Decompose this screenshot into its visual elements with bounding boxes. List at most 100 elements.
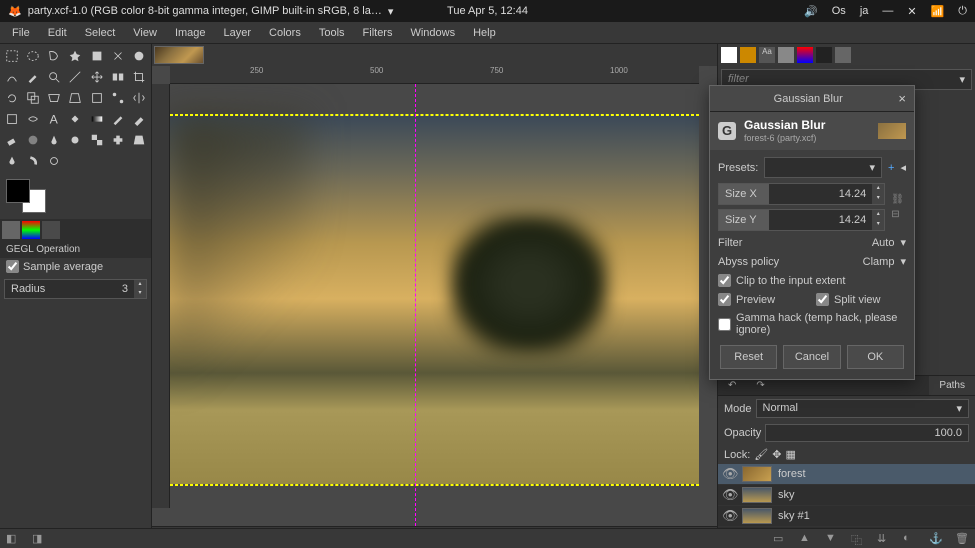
bi-mask-icon[interactable]: ◐	[903, 532, 917, 546]
tool-measure[interactable]	[65, 67, 85, 87]
preview-checkbox[interactable]	[718, 293, 731, 306]
menu-image[interactable]: Image	[167, 25, 214, 41]
bi-2[interactable]: ◨	[32, 532, 46, 546]
unit-icon[interactable]: ⊟	[891, 209, 904, 220]
rp-tab-2[interactable]	[740, 47, 756, 63]
gamma-hack-row[interactable]: Gamma hack (temp hack, please ignore)	[714, 309, 910, 339]
bi-lower-icon[interactable]: ▼	[825, 532, 839, 546]
tool-move[interactable]	[87, 67, 107, 87]
size-y-spinner[interactable]: ▴▾	[872, 210, 884, 230]
tool-warp[interactable]	[23, 109, 43, 129]
presets-select[interactable]: ▾	[764, 157, 882, 178]
ruler-vertical[interactable]	[152, 84, 170, 508]
rp-tab-6[interactable]	[816, 47, 832, 63]
layer-row[interactable]: 👁 sky #1	[718, 506, 975, 527]
menu-view[interactable]: View	[125, 25, 165, 41]
tool-shear[interactable]	[44, 88, 64, 108]
tool-gradient[interactable]	[87, 109, 107, 129]
tool-rotate[interactable]	[2, 88, 22, 108]
menu-windows[interactable]: Windows	[402, 25, 463, 41]
mode-select[interactable]: Normal▾	[756, 399, 969, 418]
bi-raise-icon[interactable]: ▲	[799, 532, 813, 546]
split-view-row[interactable]: Split view	[812, 290, 910, 309]
tool-crop[interactable]	[129, 67, 149, 87]
size-y-input[interactable]: Size Y 14.24 ▴▾	[718, 209, 885, 231]
radius-value[interactable]: 3	[116, 280, 134, 298]
lang-indicator[interactable]: ja	[860, 5, 869, 17]
filter-dropdown-icon[interactable]: ▾	[900, 236, 906, 249]
opacity-input[interactable]: 100.0	[765, 424, 969, 442]
minimize-icon[interactable]: —	[882, 5, 893, 17]
menu-help[interactable]: Help	[465, 25, 504, 41]
foreground-color[interactable]	[6, 179, 30, 203]
dock-tab-1[interactable]	[2, 221, 20, 239]
chain-link-icon[interactable]: ⛓	[891, 194, 904, 205]
close-icon[interactable]: ✕	[907, 5, 916, 18]
gamma-hack-checkbox[interactable]	[718, 318, 731, 331]
menu-select[interactable]: Select	[77, 25, 124, 41]
color-swatches[interactable]	[0, 173, 151, 219]
rp-tab-5[interactable]	[797, 47, 813, 63]
dialog-close-icon[interactable]: ×	[898, 91, 906, 106]
tool-paintbrush[interactable]	[129, 109, 149, 129]
tool-dodge[interactable]	[44, 151, 64, 171]
tool-align[interactable]	[108, 67, 128, 87]
image-tab[interactable]	[154, 46, 204, 64]
tool-foreground[interactable]	[129, 46, 149, 66]
size-y-value[interactable]: 14.24	[833, 210, 873, 230]
tool-flip[interactable]	[129, 88, 149, 108]
bi-merge-icon[interactable]: ⇊	[877, 532, 891, 546]
ruler-horizontal[interactable]: 250 500 750 1000	[170, 66, 699, 84]
tab-paths[interactable]: Paths	[929, 376, 975, 395]
tool-handle[interactable]	[108, 88, 128, 108]
clip-checkbox[interactable]	[718, 274, 731, 287]
cancel-button[interactable]: Cancel	[783, 345, 840, 369]
tool-zoom[interactable]	[44, 67, 64, 87]
tool-scissors[interactable]	[108, 46, 128, 66]
size-x-value[interactable]: 14.24	[833, 184, 873, 204]
tool-ink[interactable]	[44, 130, 64, 150]
tool-perspective[interactable]	[65, 88, 85, 108]
ok-button[interactable]: OK	[847, 345, 904, 369]
lock-alpha-icon[interactable]: ▦	[785, 448, 795, 461]
dock-tab-2[interactable]	[22, 221, 40, 239]
visibility-icon[interactable]: 👁	[722, 487, 736, 503]
bi-new-icon[interactable]: ▭	[773, 532, 787, 546]
tool-ellipse-select[interactable]	[23, 46, 43, 66]
user-label[interactable]: Os	[832, 5, 846, 17]
menu-file[interactable]: File	[4, 25, 38, 41]
abyss-dropdown-icon[interactable]: ▾	[900, 255, 906, 268]
layer-name[interactable]: forest	[778, 468, 806, 480]
tool-fuzzy-select[interactable]	[65, 46, 85, 66]
rp-tab-1[interactable]	[721, 47, 737, 63]
visibility-icon[interactable]: 👁	[722, 466, 736, 482]
tool-heal[interactable]	[108, 130, 128, 150]
tool-airbrush[interactable]	[23, 130, 43, 150]
preset-add-icon[interactable]: +	[888, 162, 894, 174]
sample-average-checkbox[interactable]	[6, 260, 19, 273]
layer-row[interactable]: 👁sky	[718, 485, 975, 506]
lock-paint-icon[interactable]: 🖌	[754, 448, 768, 461]
tool-rect-select[interactable]	[2, 46, 22, 66]
visibility-icon[interactable]: 👁	[722, 508, 736, 524]
bi-1[interactable]: ◧	[6, 532, 20, 546]
power-icon[interactable]: ⏻	[958, 5, 967, 18]
reset-button[interactable]: Reset	[720, 345, 777, 369]
preset-menu-icon[interactable]: ◂	[900, 161, 906, 174]
menu-edit[interactable]: Edit	[40, 25, 75, 41]
bi-anchor-icon[interactable]: ⚓	[929, 532, 943, 546]
dropdown-arrow[interactable]: ▾	[388, 5, 394, 18]
menu-colors[interactable]: Colors	[261, 25, 309, 41]
rp-tab-7[interactable]	[835, 47, 851, 63]
radius-input[interactable]: Radius 3 ▴▾	[4, 279, 147, 299]
radius-spinner[interactable]: ▴▾	[134, 280, 146, 298]
tool-eraser[interactable]	[2, 130, 22, 150]
tool-smudge[interactable]	[23, 151, 43, 171]
size-x-spinner[interactable]: ▴▾	[872, 184, 884, 204]
menu-layer[interactable]: Layer	[216, 25, 260, 41]
preview-row[interactable]: Preview	[714, 290, 812, 309]
bi-delete-icon[interactable]: 🗑	[955, 532, 969, 546]
layer-name[interactable]: sky #1	[778, 510, 810, 522]
guide-vertical[interactable]	[415, 84, 416, 526]
tool-bucket[interactable]	[65, 109, 85, 129]
